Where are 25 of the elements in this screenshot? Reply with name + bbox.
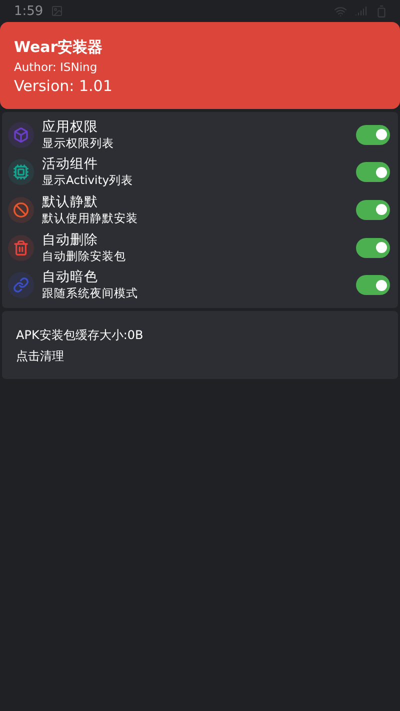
setting-description: 默认使用静默安装 [42, 210, 139, 226]
toggle-switch[interactable] [356, 238, 390, 258]
toggle-switch[interactable] [356, 200, 390, 220]
battery-icon [375, 4, 388, 18]
author-text: Author: ISNing [14, 60, 98, 74]
setting-description: 显示权限列表 [42, 136, 115, 151]
setting-title: 自动删除 [42, 232, 99, 249]
setting-description: 跟随系统夜间模式 [42, 286, 139, 302]
status-time: 1:59 [14, 4, 44, 18]
clear-cache-link[interactable]: 点击清理 [16, 348, 384, 365]
toggle-switch[interactable] [356, 275, 390, 296]
setting-title: 活动组件 [42, 156, 99, 174]
setting-description: 显示Activity列表 [42, 173, 134, 188]
app-title: Wear安装器 [14, 38, 104, 57]
image-icon [51, 5, 64, 17]
signal-icon [355, 5, 367, 17]
setting-title: 默认静默 [42, 194, 99, 211]
version-text: Version: 1.01 [14, 77, 114, 95]
cache-size-text: APK安装包缓存大小:0B [16, 326, 144, 344]
setting-title: 自动暗色 [42, 269, 99, 286]
setting-title: 应用权限 [42, 118, 99, 136]
wifi-icon [334, 4, 347, 18]
toggle-switch[interactable] [356, 162, 390, 182]
setting-description: 自动删除安装包 [42, 248, 127, 264]
toggle-switch[interactable] [356, 124, 390, 145]
